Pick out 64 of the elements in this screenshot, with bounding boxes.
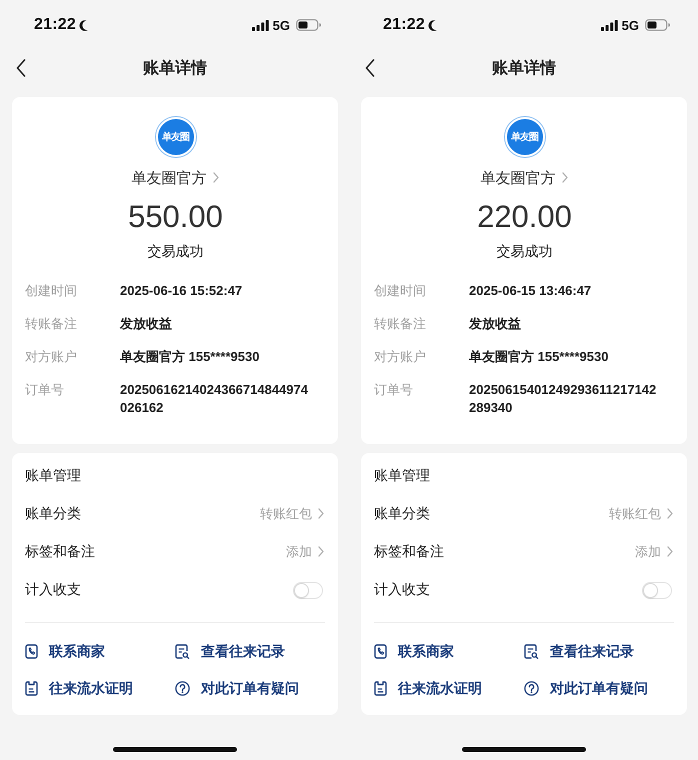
document-search-icon[interactable] [175, 644, 190, 659]
phone-icon[interactable] [374, 644, 387, 659]
help-icon[interactable] [175, 681, 190, 696]
action-link[interactable]: 对此订单有疑问 [550, 680, 648, 698]
detail-value: 单友圈官方 155****9530 [469, 348, 610, 366]
section-title: 账单管理 [25, 466, 82, 485]
detail-label: 创建时间 [25, 282, 78, 300]
action-link[interactable]: 往来流水证明 [398, 680, 482, 698]
action-link[interactable]: 联系商家 [398, 642, 454, 660]
section-title: 账单管理 [374, 466, 431, 485]
setting-label: 账单分类 [25, 505, 81, 523]
detail-label: 创建时间 [374, 282, 427, 300]
detail-label: 转账备注 [25, 315, 78, 333]
detail-value: 20250616214024366714844974026162 [120, 381, 309, 417]
moon-icon [428, 20, 437, 30]
page-title: 账单详情 [491, 58, 557, 78]
action-link[interactable]: 查看往来记录 [550, 642, 634, 660]
action-link[interactable]: 查看往来记录 [201, 642, 285, 660]
setting-label: 计入收支 [374, 581, 430, 599]
toggle-switch[interactable] [642, 582, 672, 598]
setting-label: 账单分类 [374, 505, 430, 523]
setting-label: 标签和备注 [374, 543, 444, 561]
detail-value: 20250615401249293611217142289340 [469, 381, 658, 417]
clock-time: 21:22 [383, 16, 425, 34]
signal-icon [600, 20, 618, 30]
page-title: 账单详情 [142, 58, 208, 78]
document-icon[interactable] [25, 681, 38, 696]
amount: 220.00 [477, 199, 572, 235]
document-search-icon[interactable] [524, 644, 539, 659]
merchant-logo: 单友圈 [156, 117, 196, 157]
detail-value: 2025-06-16 15:52:47 [120, 282, 244, 300]
merchant-logo: 单友圈 [504, 117, 544, 157]
detail-label: 订单号 [25, 381, 65, 399]
toggle-switch[interactable] [293, 582, 323, 598]
network-label: 5G [272, 18, 290, 32]
setting-label: 标签和备注 [25, 543, 95, 561]
merchant-name[interactable]: 单友圈官方 [132, 168, 206, 188]
detail-value: 2025-06-15 13:46:47 [469, 282, 592, 300]
merchant-name[interactable]: 单友圈官方 [480, 168, 556, 188]
phone-icon[interactable] [25, 644, 38, 659]
detail-value: 单友圈官方 155****9530 [120, 348, 260, 366]
detail-label: 订单号 [374, 381, 414, 399]
action-link[interactable]: 往来流水证明 [49, 680, 133, 698]
transaction-status: 交易成功 [496, 242, 552, 261]
help-icon[interactable] [524, 681, 539, 696]
transaction-status: 交易成功 [148, 242, 204, 261]
detail-value: 发放收益 [469, 315, 522, 333]
document-icon[interactable] [374, 681, 387, 696]
detail-label: 转账备注 [374, 315, 427, 333]
signal-icon [252, 20, 269, 30]
detail-value: 发放收益 [120, 315, 173, 333]
amount: 550.00 [128, 199, 223, 235]
detail-label: 对方账户 [25, 348, 78, 366]
action-link[interactable]: 联系商家 [49, 642, 105, 660]
setting-label: 计入收支 [25, 581, 81, 599]
battery-icon [645, 19, 670, 31]
back-icon[interactable] [16, 59, 26, 77]
clock-time: 21:22 [34, 16, 76, 34]
action-link[interactable]: 对此订单有疑问 [201, 680, 299, 698]
network-label: 5G [622, 18, 639, 32]
back-icon[interactable] [365, 59, 375, 77]
battery-icon [296, 19, 321, 31]
moon-icon [78, 20, 88, 30]
detail-label: 对方账户 [374, 348, 427, 366]
